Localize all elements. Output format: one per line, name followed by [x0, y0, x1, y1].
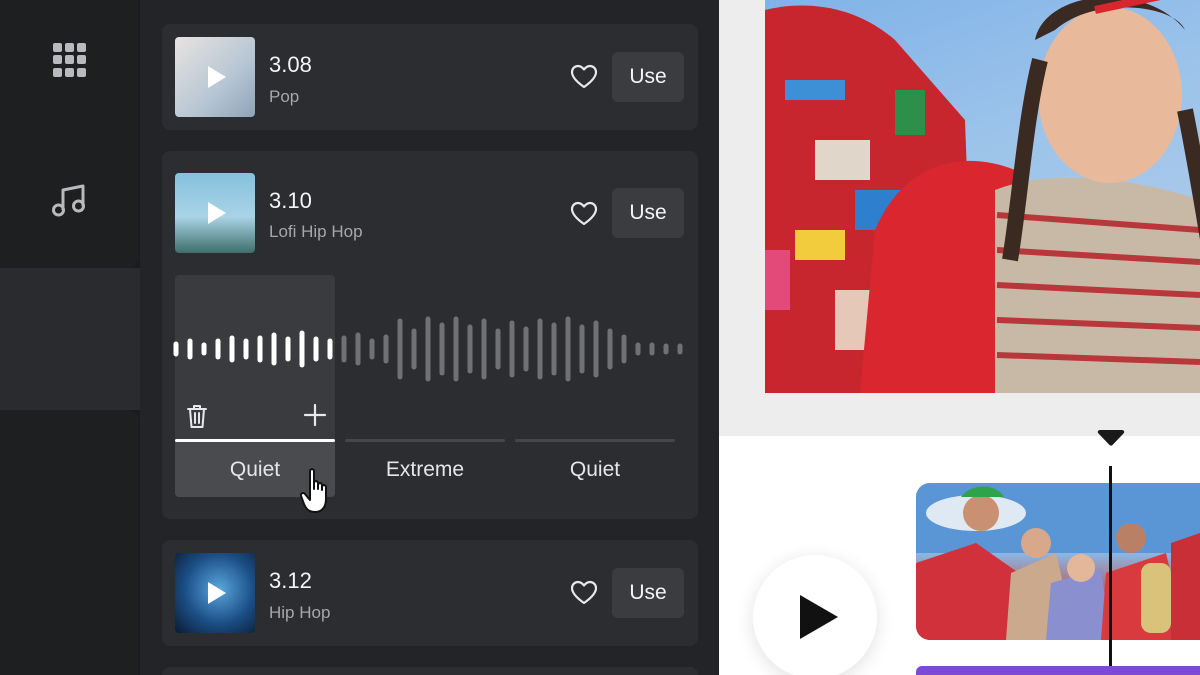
- track-card-expanded[interactable]: 3.10 Lofi Hip Hop Use Quiet Extreme Quie…: [162, 151, 698, 519]
- track-card[interactable]: 3.12 Hip Hop Use: [162, 540, 698, 646]
- rail-active-section: S: [0, 268, 140, 635]
- audio-waveform[interactable]: [172, 313, 692, 385]
- photo-content: [765, 0, 1200, 393]
- track-genre: Hip Hop: [269, 603, 331, 622]
- play-icon: [208, 582, 226, 604]
- timeline-clip[interactable]: [916, 483, 1200, 640]
- editor-area: [719, 0, 1200, 675]
- track-thumbnail[interactable]: [175, 173, 255, 253]
- plus-icon[interactable]: [303, 403, 327, 427]
- clip-thumbnail: [916, 483, 1200, 640]
- track-genre: Pop: [269, 87, 300, 106]
- use-button[interactable]: Use: [612, 568, 684, 618]
- track-title: 3.10: [269, 188, 312, 213]
- playhead-line[interactable]: [1109, 466, 1112, 675]
- track-title: 3.12: [269, 568, 312, 593]
- rail-bottom-section: [0, 410, 139, 675]
- segment-quiet[interactable]: Quiet: [515, 442, 675, 497]
- hand-cursor-icon: [300, 468, 327, 513]
- use-button[interactable]: Use: [612, 188, 684, 238]
- segment-extreme[interactable]: Extreme: [345, 442, 505, 497]
- play-button[interactable]: [753, 555, 877, 675]
- rail-top-section: [0, 0, 139, 268]
- heart-icon[interactable]: [570, 64, 598, 90]
- heart-icon[interactable]: [570, 580, 598, 606]
- canvas-background: [719, 0, 1200, 436]
- track-genre: Lofi Hip Hop: [269, 222, 363, 241]
- play-icon: [800, 595, 838, 639]
- track-thumbnail[interactable]: [175, 37, 255, 117]
- track-card[interactable]: 3.08 Pop Use: [162, 24, 698, 130]
- play-icon: [208, 66, 226, 88]
- apps-grid-icon[interactable]: [53, 43, 87, 77]
- track-card[interactable]: [162, 667, 698, 675]
- canvas-photo[interactable]: [765, 0, 1200, 393]
- audio-track-bar[interactable]: [916, 666, 1200, 675]
- music-panel: 3.08 Pop Use 3.10 Lofi Hip Hop Use Quiet…: [140, 0, 719, 675]
- track-thumbnail[interactable]: [175, 553, 255, 633]
- heart-icon[interactable]: [570, 201, 598, 227]
- side-rail: S: [0, 0, 140, 675]
- track-title: 3.08: [269, 52, 312, 77]
- playhead-marker-icon[interactable]: [1097, 428, 1125, 448]
- play-icon: [208, 202, 226, 224]
- music-note-icon[interactable]: [49, 180, 89, 220]
- use-button[interactable]: Use: [612, 52, 684, 102]
- trash-icon[interactable]: [185, 403, 209, 429]
